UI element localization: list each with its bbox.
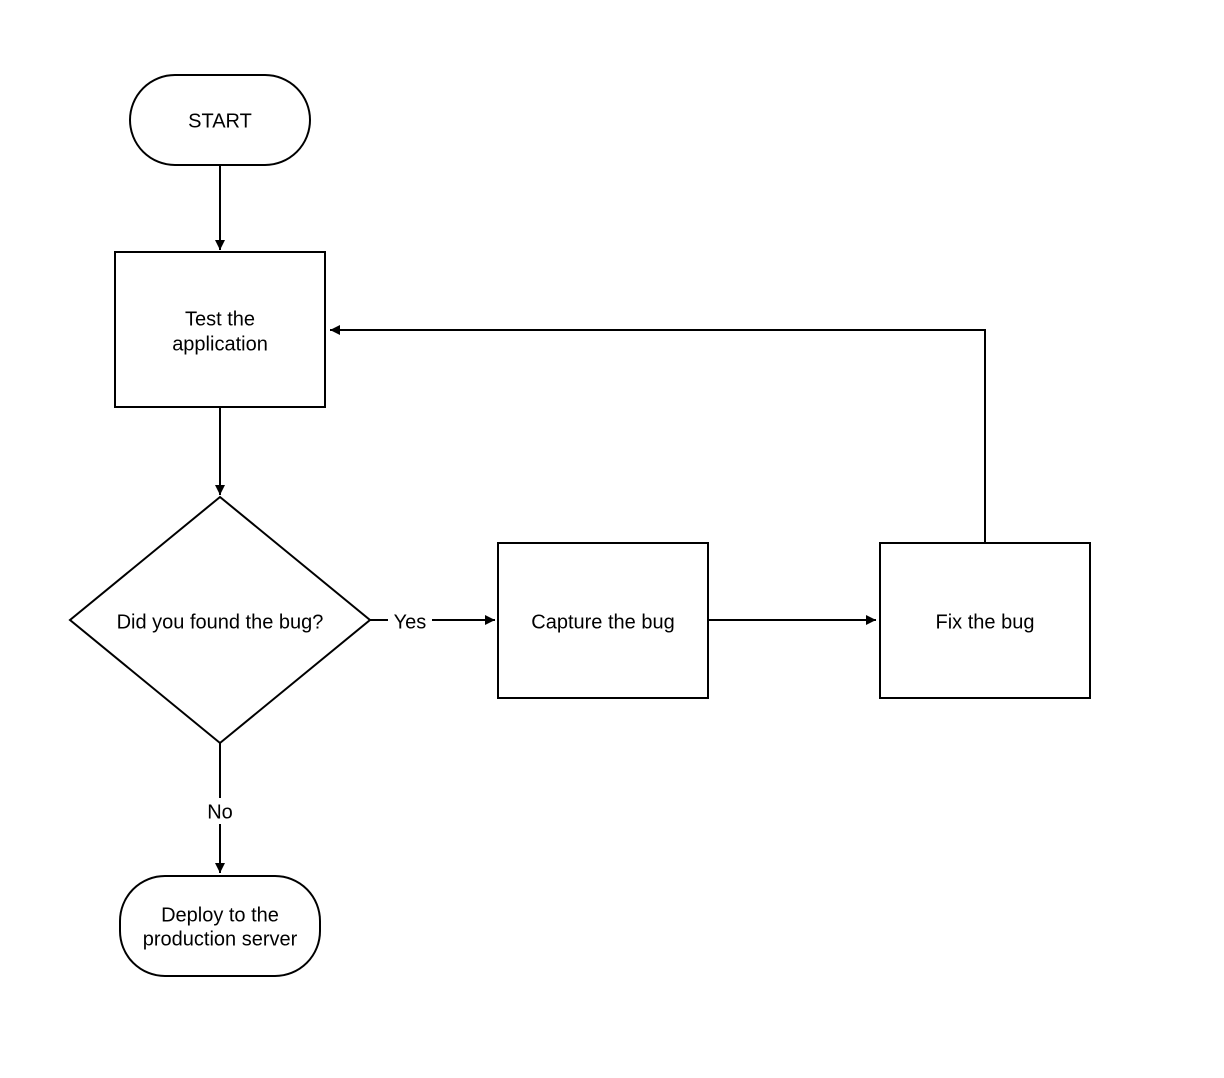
node-test: Test the application [115, 252, 325, 407]
node-start-label: START [188, 110, 252, 132]
node-decision: Did you found the bug? [70, 497, 370, 743]
edge-decision-yes-label: Yes [394, 611, 427, 633]
node-test-label-2: application [172, 333, 268, 355]
node-capture-label: Capture the bug [531, 611, 674, 633]
node-capture: Capture the bug [498, 543, 708, 698]
edge-decision-yes: Yes [370, 607, 495, 633]
node-deploy-label-2: production server [143, 928, 298, 950]
edge-decision-no-label: No [207, 801, 233, 823]
node-fix: Fix the bug [880, 543, 1090, 698]
node-deploy-label-1: Deploy to the [161, 904, 279, 926]
node-fix-label: Fix the bug [936, 611, 1035, 633]
edge-decision-no: No [202, 743, 238, 873]
edge-fix-to-test [330, 330, 985, 543]
node-test-label-1: Test the [185, 308, 255, 330]
node-start: START [130, 75, 310, 165]
node-decision-label: Did you found the bug? [117, 611, 324, 633]
node-deploy: Deploy to the production server [120, 876, 320, 976]
flowchart-canvas: START Test the application Did you found… [0, 0, 1224, 1078]
